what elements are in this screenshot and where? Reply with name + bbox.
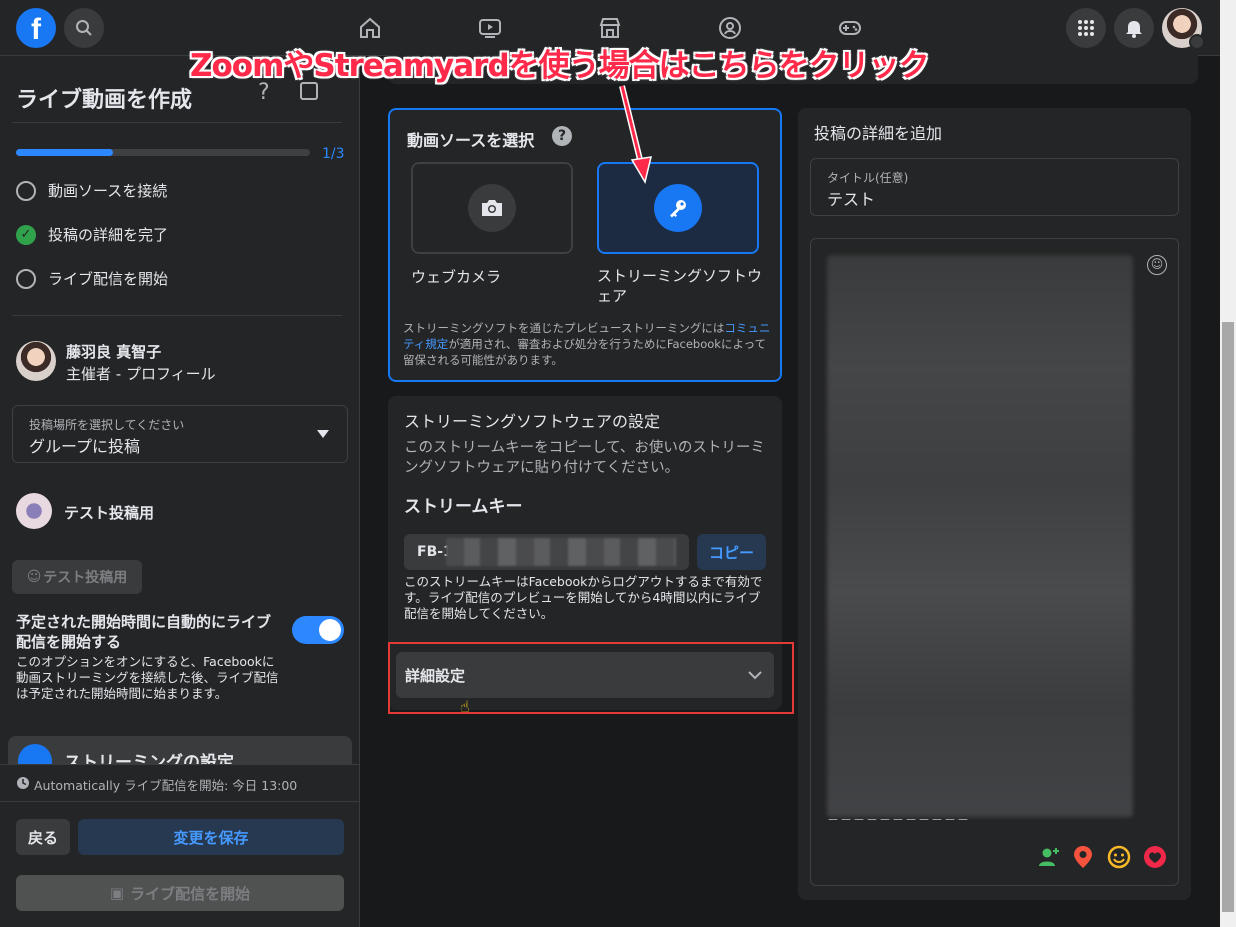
step-check-icon: ✓ <box>16 224 36 245</box>
clock-icon <box>17 777 29 789</box>
step-post-details: ✓ 投稿の詳細を完了 <box>16 224 168 245</box>
progress-fill <box>16 149 114 156</box>
select-label: 投稿場所を選択してください <box>29 418 185 432</box>
scrollbar-thumb[interactable] <box>1222 322 1234 912</box>
home-icon <box>360 17 380 38</box>
progress-label: 1/3 <box>322 146 345 162</box>
host-role: 主催者 - プロフィール <box>66 365 216 383</box>
divider <box>12 315 342 316</box>
groups-icon <box>719 17 741 39</box>
video-camera-icon: ▣ <box>109 884 125 902</box>
account-chevron-icon[interactable] <box>1189 34 1205 50</box>
auto-start-description: このオプションをオンにすると、Facebookに動画ストリーミングを接続した後、… <box>16 654 279 701</box>
page-title: ライブ動画を作成 <box>16 88 193 113</box>
step-connect-source: 動画ソースを接続 <box>16 180 167 201</box>
streaming-settings-title: ストリーミングソフトウェアの設定 <box>404 412 661 431</box>
step-label: 動画ソースを接続 <box>48 182 168 200</box>
search-icon <box>76 20 92 36</box>
post-details-card: 投稿の詳細を追加 タイトル(任意) テスト －－－－－－－－－－－ ☺ <box>798 108 1191 900</box>
marketplace-icon <box>599 18 621 38</box>
video-source-card: 動画ソースを選択 ? ウェブカメラ ストリーミングソフトウェア ストリーミングソ… <box>388 108 782 382</box>
group-name: テスト投稿用 <box>64 504 155 522</box>
help-circle-icon[interactable]: ? <box>552 126 572 146</box>
streaming-software-label: ストリーミングソフトウェア <box>597 267 763 305</box>
host-name: 藤羽良 真智子 <box>66 343 162 361</box>
step-circle-icon <box>16 180 36 201</box>
step-circle-icon <box>16 268 36 289</box>
title-input[interactable]: タイトル(任意) テスト <box>810 158 1179 216</box>
streaming-settings-label: ストリーミングの設定 <box>64 753 234 764</box>
video-source-title: 動画ソースを選択 <box>407 131 535 150</box>
streaming-settings-tab[interactable]: ストリーミングの設定 <box>8 736 352 764</box>
notifications-button[interactable] <box>1114 8 1154 48</box>
menu-grid-icon <box>1078 20 1094 36</box>
gaming-icon <box>839 21 861 35</box>
schedule-bar: Automatically ライブ配信を開始: 今日 13:00 <box>0 764 359 802</box>
host-avatar <box>16 341 56 381</box>
location-icon[interactable] <box>1071 845 1095 869</box>
schedule-text: Automatically ライブ配信を開始: 今日 13:00 <box>34 778 298 793</box>
community-notice: ストリーミングソフトを通じたプレビューストリーミングにはコミュニティ規定が適用さ… <box>403 321 771 367</box>
step-label: 投稿の詳細を完了 <box>48 226 169 244</box>
save-changes-button[interactable]: 変更を保存 <box>78 819 344 855</box>
bell-icon <box>1126 21 1142 38</box>
tutorial-annotation: ZoomやStreamyardを使う場合はこちらをクリック <box>190 48 930 84</box>
menu-button[interactable] <box>1066 8 1106 48</box>
description-text-blurred <box>827 255 1133 817</box>
title-input-label: タイトル(任意) <box>827 171 909 185</box>
webcam-option[interactable] <box>411 162 573 254</box>
stream-key-note: このストリームキーはFacebookからログアウトするまで有効です。ライブ配信の… <box>404 574 763 621</box>
title-input-value: テスト <box>827 190 876 209</box>
back-button[interactable]: 戻る <box>16 819 70 855</box>
streaming-settings-desc: このストリームキーをコピーして、お使いのストリーミングソフトウェアに貼り付けてく… <box>404 440 765 476</box>
description-dashes: －－－－－－－－－－－ <box>827 813 971 827</box>
search-button[interactable] <box>64 8 104 48</box>
post-location-select[interactable]: 投稿場所を選択してください グループに投稿 <box>12 405 348 463</box>
group-avatar <box>16 493 52 529</box>
highlight-box <box>388 642 794 714</box>
divider <box>12 122 342 123</box>
step-go-live: ライブ配信を開始 <box>16 268 168 289</box>
annotation-arrow <box>619 85 652 184</box>
post-details-title: 投稿の詳細を追加 <box>814 124 943 143</box>
feeling-icon[interactable] <box>1107 845 1131 869</box>
facebook-logo[interactable]: f <box>16 8 56 48</box>
select-value: グループに投稿 <box>29 437 141 456</box>
caret-down-icon <box>317 430 329 438</box>
stream-key-heading: ストリームキー <box>404 497 523 517</box>
auto-start-toggle[interactable] <box>292 616 344 644</box>
description-input[interactable]: －－－－－－－－－－－ ☺ <box>810 238 1179 886</box>
emoji-picker-icon[interactable]: ☺ <box>1147 255 1167 275</box>
progress-bar <box>16 149 310 156</box>
group-button-disabled: ☺ テスト投稿用 <box>12 560 142 594</box>
step-label: ライブ配信を開始 <box>48 270 169 288</box>
stream-key-masked <box>446 538 676 566</box>
hand-cursor-icon: ☝ <box>460 697 470 716</box>
camera-icon <box>468 184 516 232</box>
emoji-icon: ☺ <box>26 569 42 585</box>
video-camera-icon <box>18 744 52 764</box>
key-icon <box>654 184 702 232</box>
go-live-button: ▣ ライブ配信を開始 <box>16 875 344 911</box>
tag-people-icon[interactable] <box>1037 845 1061 869</box>
stream-key-field[interactable]: FB-1 <box>404 534 689 570</box>
copy-button[interactable]: コピー <box>697 534 766 570</box>
watch-icon <box>479 19 501 38</box>
webcam-label: ウェブカメラ <box>411 268 502 286</box>
support-nonprofit-icon[interactable] <box>1143 845 1167 869</box>
auto-start-title: 予定された開始時間に自動的にライブ配信を開始する <box>16 613 272 651</box>
